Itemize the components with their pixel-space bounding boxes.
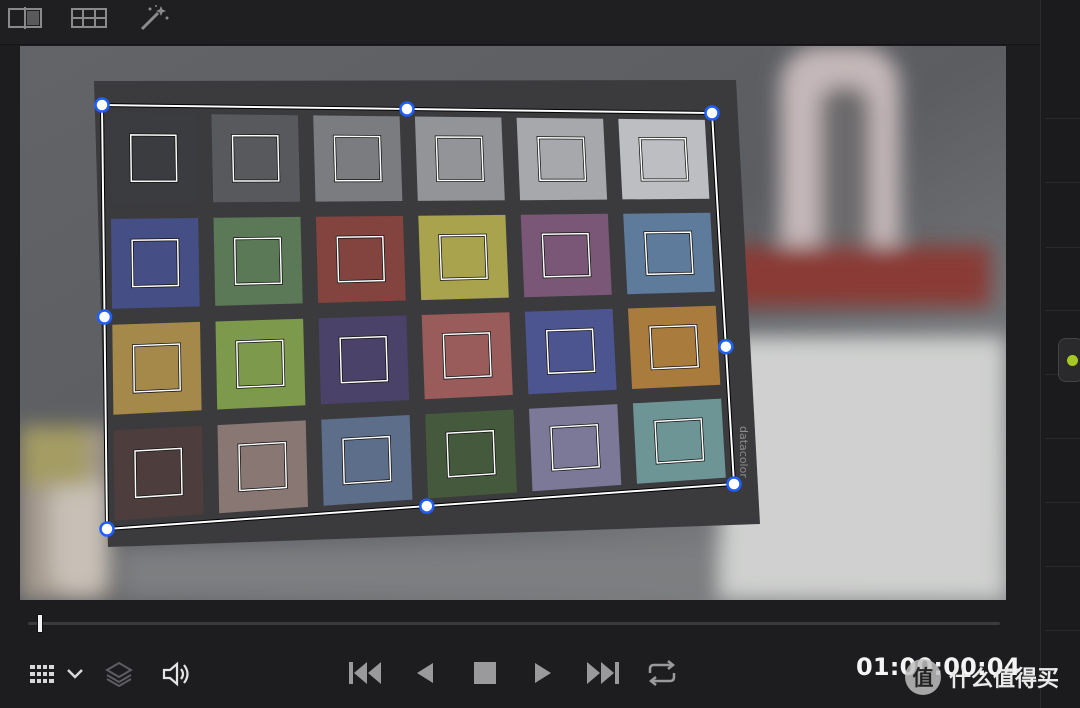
skip-to-start-icon[interactable] <box>344 658 386 688</box>
play-reverse-icon[interactable] <box>410 658 440 688</box>
color-patch <box>215 318 306 410</box>
corner-handle[interactable] <box>726 476 742 492</box>
color-patch <box>425 409 517 499</box>
corner-handle[interactable] <box>96 309 113 325</box>
color-patch <box>618 118 710 200</box>
timeline-scrubber[interactable] <box>28 622 1000 625</box>
corner-handle[interactable] <box>704 105 720 121</box>
color-patch <box>632 398 726 484</box>
corner-handle[interactable] <box>94 97 110 113</box>
split-view-icon[interactable] <box>7 4 43 32</box>
chevron-down-icon[interactable] <box>64 662 86 686</box>
watermark: 值 什么值得买 <box>905 656 1073 698</box>
loop-icon[interactable] <box>644 658 680 688</box>
color-patch <box>213 216 303 306</box>
node-handle[interactable] <box>1058 338 1080 382</box>
layers-icon[interactable] <box>102 658 136 690</box>
corner-handle[interactable] <box>99 521 115 537</box>
viewer-image[interactable]: datacolor <box>20 46 1006 600</box>
color-patch <box>315 215 406 303</box>
color-patch <box>414 116 505 201</box>
color-patch <box>211 114 301 203</box>
color-patch <box>623 212 715 295</box>
color-patch <box>112 321 202 415</box>
stop-icon[interactable] <box>470 658 500 688</box>
skip-to-end-icon[interactable] <box>582 658 624 688</box>
color-patch <box>313 115 403 202</box>
watermark-text: 什么值得买 <box>949 667 1060 692</box>
corner-handle[interactable] <box>419 498 435 514</box>
volume-icon[interactable] <box>158 658 196 690</box>
color-patch <box>217 420 308 514</box>
color-patch <box>113 425 204 521</box>
color-patch <box>524 308 617 395</box>
color-patch <box>520 213 612 298</box>
color-patch <box>516 117 608 201</box>
node-status-dot <box>1066 354 1079 367</box>
watermark-logo: 值 <box>905 659 941 695</box>
color-patch <box>109 113 198 203</box>
color-patch <box>529 404 622 492</box>
chart-brand-label: datacolor <box>737 426 750 478</box>
corner-handle[interactable] <box>399 101 415 117</box>
viewer-grid-icon[interactable] <box>28 660 56 688</box>
gallery-grid-icon[interactable] <box>71 4 107 32</box>
corner-handle[interactable] <box>718 338 734 355</box>
color-patch <box>421 312 513 400</box>
color-patch <box>111 218 200 309</box>
color-patch <box>318 315 410 405</box>
magic-wand-icon[interactable] <box>136 4 172 32</box>
color-patch <box>628 305 721 389</box>
viewer-toolbar <box>0 0 1040 45</box>
playhead[interactable] <box>36 614 43 633</box>
color-patch <box>418 214 509 301</box>
play-icon[interactable] <box>528 658 558 688</box>
color-patch <box>321 415 413 506</box>
